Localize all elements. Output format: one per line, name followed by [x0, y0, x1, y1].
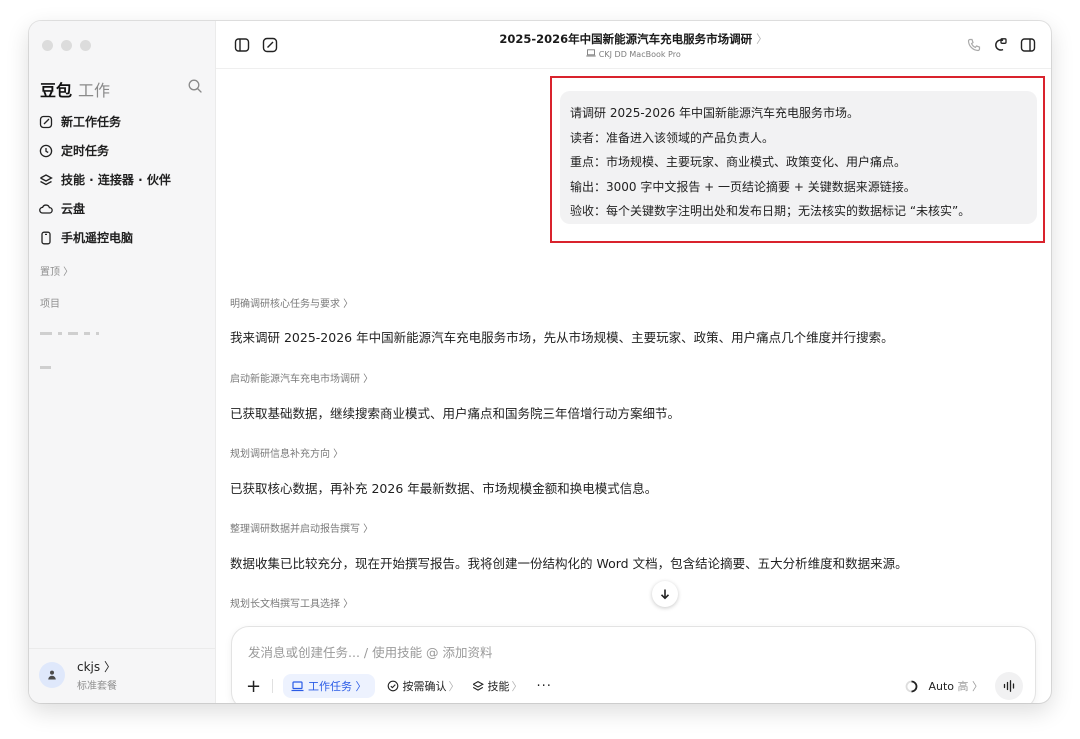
- sidebar-item-new-task[interactable]: 新工作任务: [39, 107, 209, 136]
- more-options-button[interactable]: ···: [537, 679, 552, 694]
- app-brand: 豆包 工作: [40, 77, 110, 101]
- app-window: 豆包 工作 新工作任务 定时任务 技能 · 连接器 · 伙伴 云盘 手机遥控电脑…: [29, 21, 1051, 703]
- highlighted-request: 请调研 2025-2026 年中国新能源汽车充电服务市场。 读者：准备进入该领域…: [550, 76, 1045, 243]
- composer-right-controls: Auto 高 〉: [905, 672, 1023, 700]
- message-composer[interactable]: 发消息或创建任务... / 使用技能 @ 添加资料 + 工作任务 〉 按需确认〉…: [231, 626, 1036, 703]
- skills-chip[interactable]: 技能〉: [472, 678, 523, 694]
- device-indicator: CKJ DD MacBook Pro: [216, 49, 1051, 59]
- arrow-down-icon: [660, 589, 670, 600]
- copy-link-icon[interactable]: [992, 37, 1008, 53]
- composer-toolbar: + 工作任务 〉 按需确认〉 技能〉 ··· Auto 高 〉: [246, 672, 1023, 700]
- layers-icon: [39, 173, 53, 187]
- waveform-icon: [1003, 680, 1015, 692]
- zoom-window-button[interactable]: [80, 40, 91, 51]
- request-line: 输出：3000 字中文报告 + 一页结论摘要 + 关键数据来源链接。: [570, 179, 916, 194]
- sidebar-item-cloud-drive[interactable]: 云盘: [39, 194, 209, 223]
- sidebar-item-label: 云盘: [61, 202, 86, 216]
- layers-icon: [472, 680, 484, 692]
- sidebar-item-label: 手机遥控电脑: [61, 231, 134, 245]
- step-toggle[interactable]: 明确调研核心任务与要求 〉: [230, 295, 353, 310]
- title-chevron: 〉: [756, 32, 768, 46]
- project-item-blurred[interactable]: [40, 323, 105, 335]
- skills-chevron: 〉: [511, 680, 523, 693]
- avatar: [39, 662, 65, 688]
- add-attachment-button[interactable]: +: [246, 676, 266, 697]
- pinned-section-toggle[interactable]: 置顶 〉: [40, 263, 73, 278]
- clock-icon: [39, 144, 53, 158]
- brand-name: 豆包: [40, 81, 73, 100]
- cloud-icon: [39, 202, 53, 216]
- project-item-blurred[interactable]: [40, 357, 57, 369]
- phone-icon: [39, 231, 53, 245]
- sidebar-nav: 新工作任务 定时任务 技能 · 连接器 · 伙伴 云盘 手机遥控电脑: [39, 107, 209, 252]
- message-input[interactable]: 发消息或创建任务... / 使用技能 @ 添加资料: [248, 642, 493, 661]
- work-task-label: 工作任务 〉: [308, 680, 367, 693]
- scroll-to-bottom-button[interactable]: [652, 581, 678, 607]
- user-icon: [48, 670, 56, 680]
- assistant-message: 数据收集已比较充分，现在开始撰写报告。我将创建一份结构化的 Word 文档，包含…: [230, 556, 908, 571]
- projects-section-label: 项目: [40, 299, 60, 310]
- confirm-mode-chip[interactable]: 按需确认〉: [387, 678, 460, 694]
- step-toggle[interactable]: 规划调研信息补充方向 〉: [230, 445, 343, 460]
- user-plan: 标准套餐: [77, 681, 117, 692]
- sidebar-divider: [29, 648, 216, 649]
- brand-subtitle: 工作: [78, 81, 111, 100]
- request-line: 请调研 2025-2026 年中国新能源汽车充电服务市场。: [570, 106, 860, 120]
- check-circle-icon: [387, 680, 399, 692]
- effort-level: 高 〉: [957, 680, 984, 693]
- minimize-window-button[interactable]: [61, 40, 72, 51]
- work-task-chip[interactable]: 工作任务 〉: [283, 674, 375, 698]
- device-name: CKJ DD MacBook Pro: [598, 50, 681, 59]
- close-window-button[interactable]: [42, 40, 53, 51]
- request-line: 重点：市场规模、主要玩家、商业模式、政策变化、用户痛点。: [570, 155, 907, 169]
- chat-area[interactable]: 请调研 2025-2026 年中国新能源汽车充电服务市场。 读者：准备进入该领域…: [216, 69, 1051, 703]
- right-panel-toggle-icon[interactable]: [1020, 37, 1036, 53]
- skills-label: 技能: [487, 680, 510, 693]
- step-toggle[interactable]: 整理调研数据并启动报告撰写 〉: [230, 520, 373, 535]
- step-toggle[interactable]: 规划长文档撰写工具选择 〉: [230, 595, 353, 610]
- request-line: 读者：准备进入该领域的产品负责人。: [570, 130, 775, 145]
- assistant-message: 我来调研 2025-2026 年中国新能源汽车充电服务市场，先从市场规模、主要玩…: [230, 330, 894, 345]
- request-line: 验收：每个关键数字注明出处和发布日期；无法核实的数据标记 “未核实”。: [570, 204, 971, 218]
- sidebar: 豆包 工作 新工作任务 定时任务 技能 · 连接器 · 伙伴 云盘 手机遥控电脑…: [29, 21, 216, 703]
- confirm-mode-label: 按需确认: [402, 680, 447, 693]
- laptop-icon: [586, 49, 596, 57]
- confirm-chevron: 〉: [448, 680, 460, 693]
- call-icon[interactable]: [966, 37, 982, 53]
- user-profile[interactable]: ckjs 〉 标准套餐: [39, 658, 117, 692]
- loading-spinner-icon: [906, 680, 918, 692]
- assistant-message: 已获取基础数据，继续搜索商业模式、用户痛点和国务院三年倍增行动方案细节。: [230, 406, 681, 421]
- top-bar: 2025-2026年中国新能源汽车充电服务市场调研 〉 CKJ DD MacBo…: [216, 21, 1051, 69]
- step-toggle[interactable]: 启动新能源汽车充电市场调研 〉: [230, 370, 373, 385]
- user-name: ckjs 〉: [77, 660, 116, 674]
- edit-icon: [39, 115, 53, 129]
- sidebar-item-label: 新工作任务: [61, 115, 122, 129]
- model-name: Auto: [928, 680, 954, 693]
- user-message-bubble[interactable]: 请调研 2025-2026 年中国新能源汽车充电服务市场。 读者：准备进入该领域…: [560, 91, 1037, 224]
- title-text: 2025-2026年中国新能源汽车充电服务市场调研: [499, 32, 753, 46]
- sidebar-item-label: 定时任务: [61, 144, 110, 158]
- conversation-title[interactable]: 2025-2026年中国新能源汽车充电服务市场调研 〉: [216, 31, 1051, 47]
- sidebar-item-label: 技能 · 连接器 · 伙伴: [61, 173, 171, 187]
- sidebar-item-skills[interactable]: 技能 · 连接器 · 伙伴: [39, 165, 209, 194]
- search-icon[interactable]: [187, 78, 203, 94]
- model-selector[interactable]: Auto 高 〉: [928, 678, 983, 694]
- assistant-message: 已获取核心数据，再补充 2026 年最新数据、市场规模金额和换电模式信息。: [230, 481, 658, 496]
- sidebar-item-scheduled[interactable]: 定时任务: [39, 136, 209, 165]
- voice-input-button[interactable]: [995, 672, 1023, 700]
- toolbar-divider: [272, 679, 273, 693]
- laptop-icon: [291, 680, 304, 691]
- sidebar-item-phone-remote[interactable]: 手机遥控电脑: [39, 223, 209, 252]
- window-controls: [42, 40, 91, 51]
